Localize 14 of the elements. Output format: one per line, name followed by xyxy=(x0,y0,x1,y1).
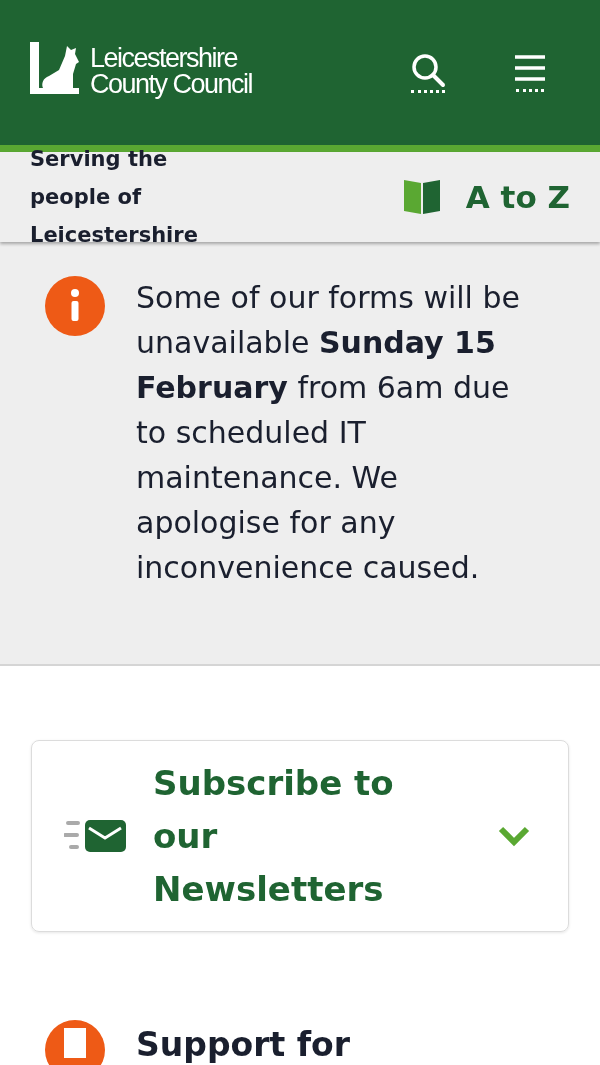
council-logo[interactable]: Leicestershire County Council xyxy=(30,41,253,100)
a-to-z-link[interactable]: A to Z xyxy=(403,173,570,221)
menu-button[interactable] xyxy=(514,53,546,92)
section-heading: Support for xyxy=(136,1027,351,1063)
envelope-icon xyxy=(64,820,126,852)
book-icon xyxy=(403,180,440,214)
logo-text: Leicestershire xyxy=(90,44,239,71)
search-icon xyxy=(410,52,446,88)
alert-message: Some of our forms will be unavailable Sunday 15 February from 6am due to scheduled IT maintenance. We apologise for any inconvenience caused. xyxy=(136,279,521,587)
newsletter-accordion[interactable]: Subscribe to our Newsletters xyxy=(31,740,569,932)
tagline: Serving the people of Leicestershire xyxy=(30,146,199,249)
search-button[interactable] xyxy=(410,52,446,93)
logo-text: County Council xyxy=(90,70,253,97)
info-icon xyxy=(45,276,105,336)
